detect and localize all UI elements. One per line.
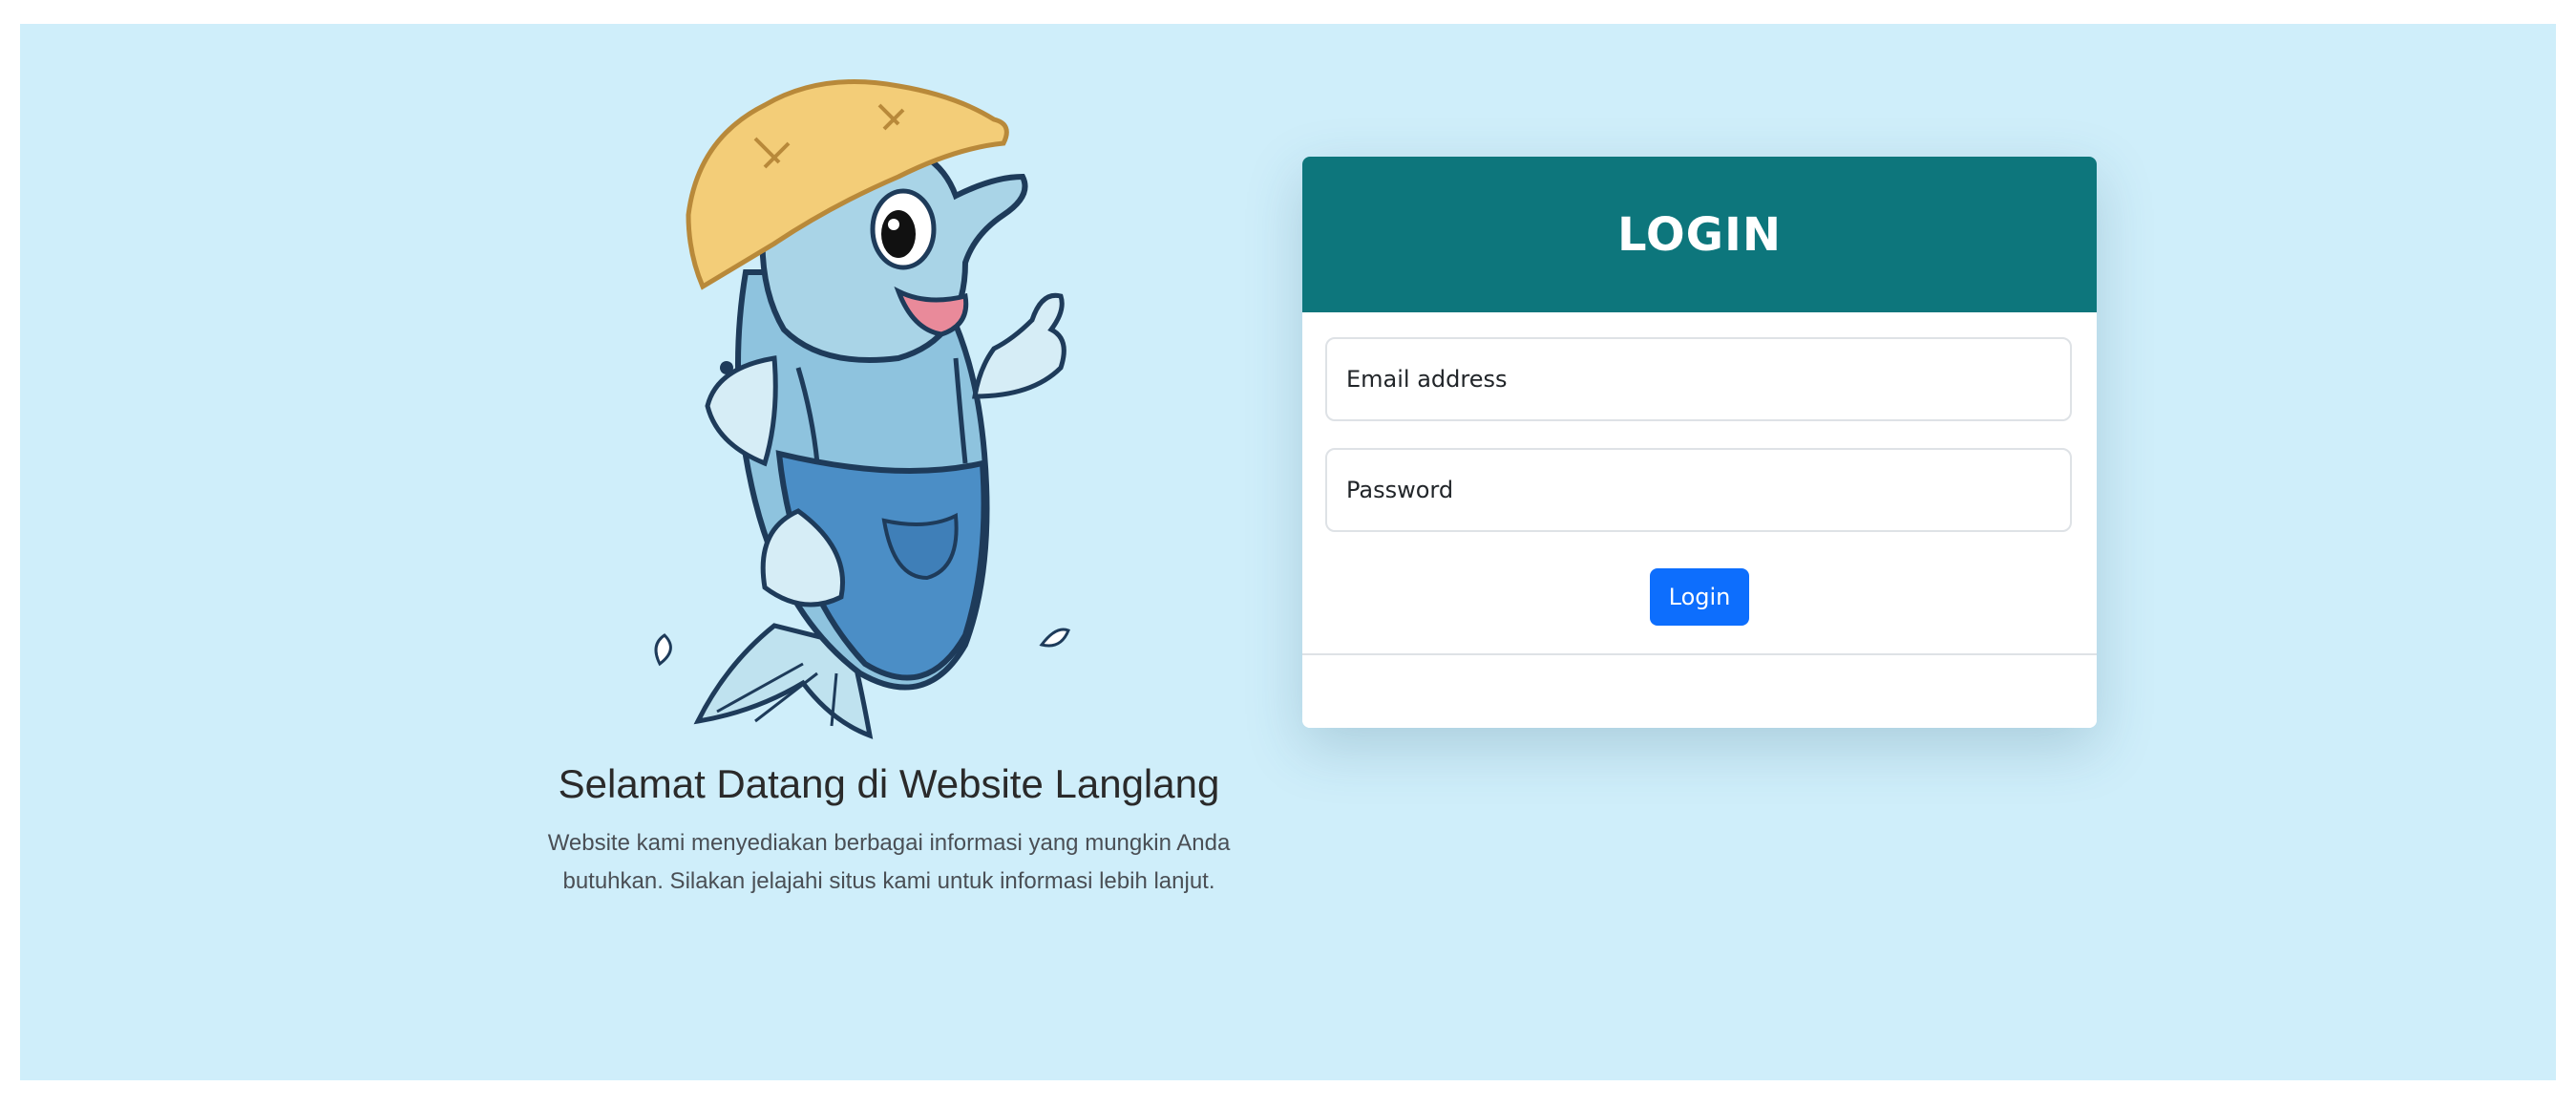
email-field[interactable] [1325, 337, 2072, 421]
login-button[interactable]: Login [1649, 568, 1750, 626]
welcome-description: Website kami menyediakan berbagai inform… [547, 830, 1231, 894]
login-header: LOGIN [1302, 157, 2097, 312]
fish-mascot-icon [654, 79, 1070, 739]
login-card-footer [1302, 653, 2097, 728]
login-title: LOGIN [1616, 207, 1783, 262]
password-field[interactable] [1325, 448, 2072, 532]
welcome-title: Selamat Datang di Website Langlang [558, 761, 1220, 806]
login-form: Login [1302, 312, 2097, 626]
page-background: Selamat Datang di Website Langlang Websi… [20, 24, 2556, 1080]
login-card: LOGIN Login [1302, 157, 2097, 728]
